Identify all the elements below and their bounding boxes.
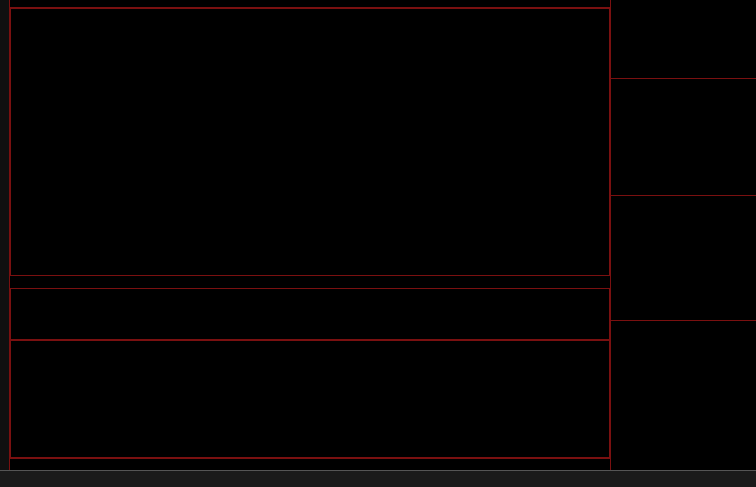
panel-divider: [611, 320, 756, 321]
bottom-tab-bar: [0, 470, 756, 487]
quote-side-panel: [610, 0, 756, 470]
candlestick-panel: [10, 8, 610, 276]
panel-divider: [611, 195, 756, 196]
top-toolbar: [10, 0, 610, 8]
volume-panel: [10, 288, 610, 340]
panel-divider: [611, 78, 756, 79]
candlestick-chart-area: [11, 9, 609, 275]
indicator-panel: [10, 340, 610, 458]
volume-chart-area: [11, 289, 609, 339]
indicator-chart-area: [11, 341, 609, 457]
sidebar: [0, 0, 10, 470]
x-axis: [10, 458, 610, 470]
